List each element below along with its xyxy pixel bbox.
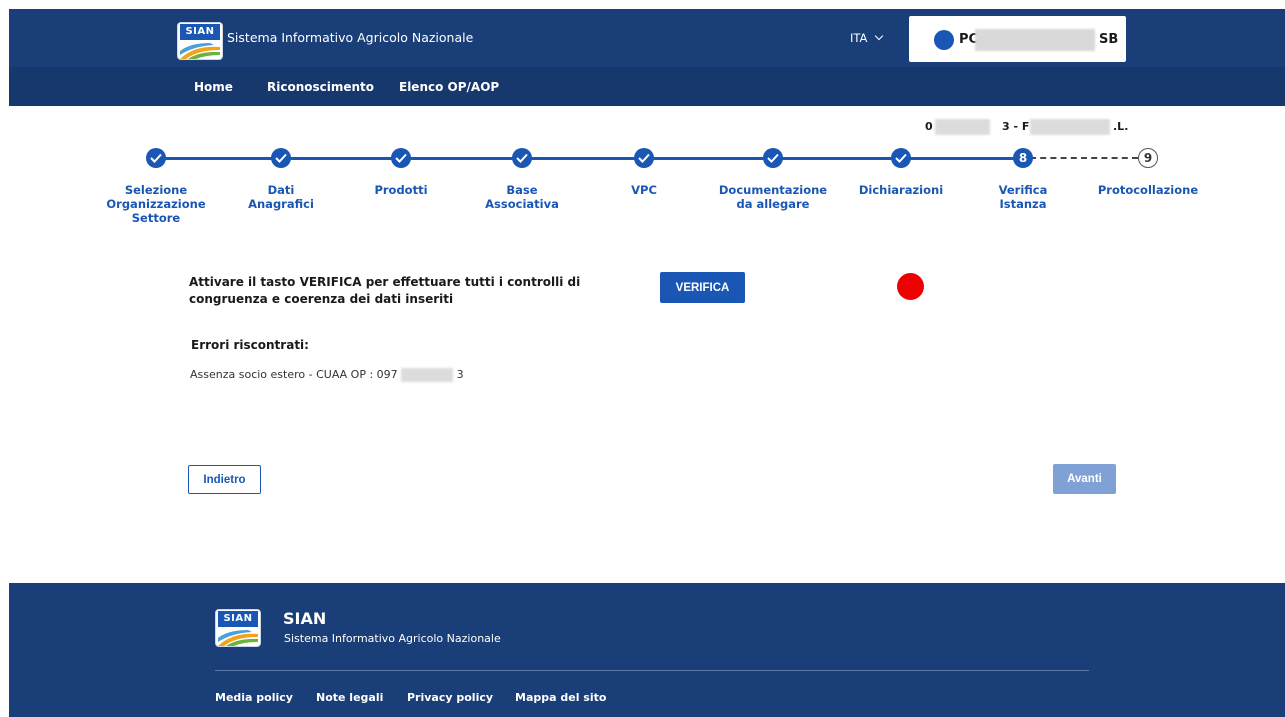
user-name-end: SB bbox=[1099, 32, 1119, 47]
step-5-label[interactable]: VPC bbox=[574, 183, 714, 197]
stepper-pending-line bbox=[1030, 157, 1138, 159]
verify-instruction: Attivare il tasto VERIFICA per effettuar… bbox=[189, 275, 581, 306]
footer-divider bbox=[215, 670, 1089, 671]
next-button[interactable]: Avanti bbox=[1053, 464, 1116, 494]
fields-icon bbox=[218, 630, 258, 646]
step-9-label[interactable]: Protocollazione bbox=[1078, 183, 1218, 197]
errors-title: Errori riscontrati: bbox=[191, 338, 309, 352]
site-title[interactable]: Sistema Informativo Agricolo Nazionale bbox=[227, 30, 473, 46]
step-3-label[interactable]: Prodotti bbox=[331, 183, 471, 197]
redacted-block bbox=[1030, 119, 1110, 135]
step-6-label[interactable]: Documentazione da allegare bbox=[713, 183, 833, 211]
footer-link-media-policy[interactable]: Media policy bbox=[215, 691, 293, 705]
back-button[interactable]: Indietro bbox=[188, 465, 261, 494]
step-4-check-icon[interactable] bbox=[512, 148, 532, 168]
language-label: ITA bbox=[850, 31, 868, 45]
footer-subtitle: Sistema Informativo Agricolo Nazionale bbox=[284, 632, 501, 645]
language-selector[interactable]: ITA bbox=[850, 30, 884, 46]
footer-link-privacy-policy[interactable]: Privacy policy bbox=[407, 691, 493, 705]
sian-logo[interactable]: SIAN bbox=[177, 22, 223, 60]
status-indicator bbox=[897, 273, 924, 300]
logo-text: SIAN bbox=[180, 24, 220, 40]
step-2-check-icon[interactable] bbox=[271, 148, 291, 168]
error-text-end: 3 bbox=[456, 368, 464, 381]
nav-item-home[interactable]: Home bbox=[194, 79, 233, 95]
step-1-check-icon[interactable] bbox=[146, 148, 166, 168]
step-8-label[interactable]: Verifica Istanza bbox=[983, 183, 1063, 211]
footer-logo-text: SIAN bbox=[218, 611, 258, 627]
org-code-mid: 3 - F bbox=[1002, 120, 1030, 133]
step-3-check-icon[interactable] bbox=[391, 148, 411, 168]
org-code-start: 0 bbox=[925, 120, 933, 133]
fields-icon bbox=[180, 43, 220, 59]
redacted-block bbox=[935, 119, 990, 135]
chevron-down-icon bbox=[874, 31, 884, 41]
footer bbox=[9, 583, 1285, 717]
step-7-label[interactable]: Dichiarazioni bbox=[831, 183, 971, 197]
step-6-check-icon[interactable] bbox=[763, 148, 783, 168]
redacted-block bbox=[401, 368, 454, 382]
nav-item-elenco[interactable]: Elenco OP/AOP bbox=[399, 79, 499, 95]
step-8-indicator[interactable]: 8 bbox=[1013, 148, 1033, 168]
error-item: Assenza socio estero - CUAA OP : 097 3 bbox=[190, 368, 464, 382]
step-9-indicator[interactable]: 9 bbox=[1138, 148, 1158, 168]
footer-link-mappa-sito[interactable]: Mappa del sito bbox=[515, 691, 606, 705]
step-1-label[interactable]: Selezione Organizzazione Settore bbox=[86, 183, 226, 225]
user-menu[interactable]: PC SB bbox=[909, 16, 1126, 62]
org-name-suffix: .L. bbox=[1113, 120, 1129, 133]
footer-sian-logo[interactable]: SIAN bbox=[215, 609, 261, 647]
footer-link-note-legali[interactable]: Note legali bbox=[316, 691, 383, 705]
avatar bbox=[934, 30, 954, 50]
footer-title: SIAN bbox=[283, 609, 327, 628]
step-2-label[interactable]: Dati Anagrafici bbox=[241, 183, 321, 211]
step-4-label[interactable]: Base Associativa bbox=[477, 183, 567, 211]
step-5-check-icon[interactable] bbox=[634, 148, 654, 168]
verifica-button[interactable]: VERIFICA bbox=[660, 272, 745, 303]
nav-item-riconoscimento[interactable]: Riconoscimento bbox=[267, 79, 374, 95]
step-7-check-icon[interactable] bbox=[891, 148, 911, 168]
redacted-block bbox=[975, 29, 1095, 51]
error-text: Assenza socio estero - CUAA OP : 097 bbox=[190, 368, 398, 381]
